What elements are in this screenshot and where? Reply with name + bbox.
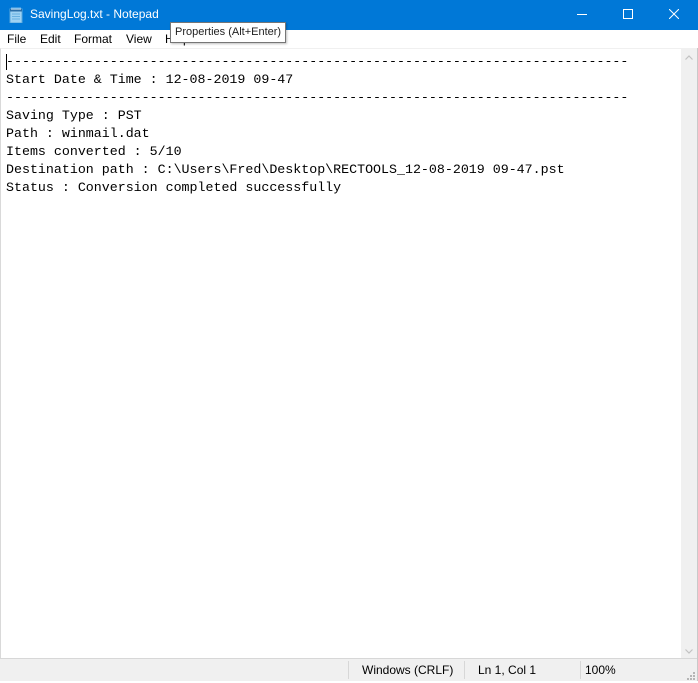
items-converted-line: Items converted : 5/10 xyxy=(6,144,182,159)
maximize-button[interactable] xyxy=(605,0,651,30)
menu-edit[interactable]: Edit xyxy=(40,32,61,46)
minimize-button[interactable] xyxy=(559,0,605,30)
window-title: SavingLog.txt - Notepad xyxy=(30,7,159,21)
line-ending-status: Windows (CRLF) xyxy=(362,663,454,677)
notepad-window: SavingLog.txt - Notepad File Edit Format… xyxy=(0,0,698,681)
menu-bar: File Edit Format View Help xyxy=(0,30,698,48)
vertical-scrollbar[interactable] xyxy=(681,48,697,658)
cursor-position-status: Ln 1, Col 1 xyxy=(478,663,537,677)
chevron-up-icon xyxy=(685,47,693,65)
menu-file[interactable]: File xyxy=(7,32,26,46)
scroll-up-button[interactable] xyxy=(681,48,697,64)
start-date-line: Start Date & Time : 12-08-2019 09-47 xyxy=(6,72,294,87)
document-text[interactable]: ----------------------------------------… xyxy=(6,53,628,197)
close-icon xyxy=(668,6,680,24)
status-divider xyxy=(348,661,349,679)
separator-line: ----------------------------------------… xyxy=(6,90,629,105)
properties-tooltip: Properties (Alt+Enter) xyxy=(170,22,287,43)
maximize-icon xyxy=(623,6,633,24)
scroll-down-button[interactable] xyxy=(681,642,697,658)
minimize-icon xyxy=(577,6,587,24)
separator-line: ----------------------------------------… xyxy=(6,54,629,69)
zoom-level-status: 100% xyxy=(585,663,616,677)
chevron-down-icon xyxy=(685,641,693,659)
saving-type-line: Saving Type : PST xyxy=(6,108,142,123)
status-divider xyxy=(580,661,581,679)
close-button[interactable] xyxy=(651,0,697,30)
status-line: Status : Conversion completed successful… xyxy=(6,180,342,195)
menu-view[interactable]: View xyxy=(126,32,152,46)
text-editor[interactable]: ----------------------------------------… xyxy=(0,48,681,658)
menu-format[interactable]: Format xyxy=(74,32,112,46)
status-divider xyxy=(464,661,465,679)
resize-grip-icon[interactable] xyxy=(685,669,695,680)
destination-path-line: Destination path : C:\Users\Fred\Desktop… xyxy=(6,162,565,177)
path-line: Path : winmail.dat xyxy=(6,126,150,141)
notepad-icon xyxy=(9,7,23,24)
status-bar: Windows (CRLF) Ln 1, Col 1 100% xyxy=(0,658,697,681)
title-bar[interactable]: SavingLog.txt - Notepad xyxy=(0,0,698,30)
